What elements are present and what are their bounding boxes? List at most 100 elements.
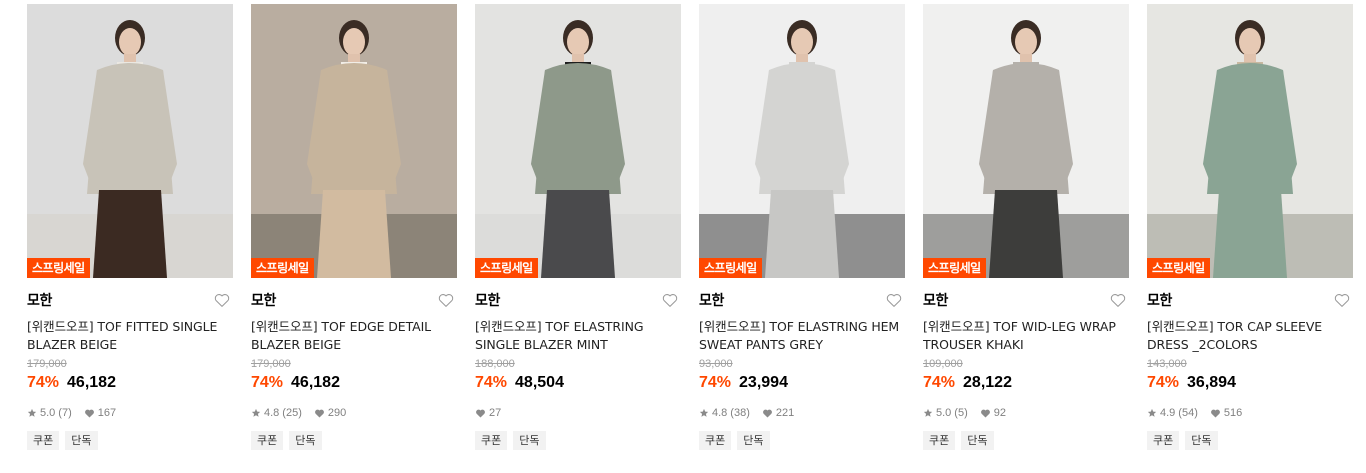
brand-name[interactable]: 모한	[1147, 290, 1172, 310]
product-meta: 5.0 (5) 92	[923, 406, 1129, 420]
product-image[interactable]: 스프링세일	[27, 4, 233, 278]
product-title[interactable]: [위캔드오프] TOF EDGE DETAIL BLAZER BEIGE	[251, 318, 457, 354]
brand-row: 모한	[1147, 290, 1353, 310]
product-title[interactable]: [위캔드오프] TOF ELASTRING SINGLE BLAZER MINT	[475, 318, 681, 354]
discount-rate: 74%	[475, 374, 508, 391]
review-count: (5)	[954, 407, 968, 419]
likes: 290	[314, 407, 346, 419]
discount-rate: 74%	[699, 374, 732, 391]
price-row: 74% 36,894	[1147, 374, 1353, 396]
like-count: 516	[1223, 407, 1243, 419]
sale-price: 48,504	[515, 374, 564, 391]
brand-row: 모한	[923, 290, 1129, 310]
heart-filled-icon	[84, 409, 94, 418]
product-card[interactable]: 스프링세일 모한 [위캔드오프] TOF ELASTRING HEM SWEAT…	[699, 4, 905, 450]
product-photo	[699, 4, 905, 278]
product-image[interactable]: 스프링세일	[1147, 4, 1353, 278]
brand-name[interactable]: 모한	[251, 290, 276, 310]
brand-name[interactable]: 모한	[699, 290, 724, 310]
heart-filled-icon	[980, 409, 990, 418]
brand-row: 모한	[475, 290, 681, 310]
product-image[interactable]: 스프링세일	[923, 4, 1129, 278]
product-title[interactable]: [위캔드오프] TOF WID-LEG WRAP TROUSER KHAKI	[923, 318, 1129, 354]
rating-value: 4.8	[712, 407, 728, 419]
sale-price: 36,894	[1187, 374, 1236, 391]
tag-label: 쿠폰	[475, 431, 508, 450]
original-price: 179,000	[27, 358, 67, 370]
brand-name[interactable]: 모한	[923, 290, 948, 310]
wishlist-button[interactable]	[1109, 291, 1127, 309]
sale-price: 23,994	[739, 374, 788, 391]
tag-label: 쿠폰	[27, 431, 60, 450]
product-photo	[475, 4, 681, 278]
tag-list: 쿠폰 단독	[251, 431, 457, 450]
tag-label: 단독	[289, 431, 322, 450]
heart-filled-icon	[476, 409, 485, 418]
product-card[interactable]: 스프링세일 모한 [위캔드오프] TOF EDGE DETAIL BLAZER …	[251, 4, 457, 450]
heart-outline-icon	[438, 294, 454, 307]
sale-badge: 스프링세일	[27, 258, 90, 278]
rating: 4.8 (38)	[699, 407, 750, 419]
rating: 5.0 (7)	[27, 407, 72, 419]
likes: 221	[762, 407, 794, 419]
tag-label: 단독	[65, 431, 98, 450]
product-title[interactable]: [위캔드오프] TOF FITTED SINGLE BLAZER BEIGE	[27, 318, 233, 354]
brand-row: 모한	[699, 290, 905, 310]
like-count: 221	[775, 407, 795, 419]
wishlist-button[interactable]	[1333, 291, 1351, 309]
wishlist-button[interactable]	[885, 291, 903, 309]
like-count: 290	[327, 407, 347, 419]
heart-filled-icon	[314, 409, 324, 418]
product-meta: 4.9 (54) 516	[1147, 406, 1353, 420]
price-row: 74% 28,122	[923, 374, 1129, 396]
rating: 5.0 (5)	[923, 407, 968, 419]
tag-list: 쿠폰 단독	[1147, 431, 1353, 450]
wishlist-button[interactable]	[437, 291, 455, 309]
tag-label: 단독	[961, 431, 994, 450]
product-title[interactable]: [위캔드오프] TOF ELASTRING HEM SWEAT PANTS GR…	[699, 318, 905, 354]
product-image[interactable]: 스프링세일	[699, 4, 905, 278]
tag-label: 쿠폰	[1147, 431, 1180, 450]
product-image[interactable]: 스프링세일	[475, 4, 681, 278]
star-icon	[27, 408, 37, 417]
heart-outline-icon	[1334, 294, 1350, 307]
product-meta: 4.8 (25) 290	[251, 406, 457, 420]
brand-name[interactable]: 모한	[475, 290, 500, 310]
product-meta: 4.8 (38) 221	[699, 406, 905, 420]
brand-row: 모한	[251, 290, 457, 310]
heart-outline-icon	[214, 294, 230, 307]
wishlist-button[interactable]	[661, 291, 679, 309]
like-count: 167	[97, 407, 117, 419]
price-row: 74% 48,504	[475, 374, 681, 396]
product-card[interactable]: 스프링세일 모한 [위캔드오프] TOF FITTED SINGLE BLAZE…	[27, 4, 233, 450]
rating: 4.9 (54)	[1147, 407, 1198, 419]
brand-row: 모한	[27, 290, 233, 310]
product-card[interactable]: 스프링세일 모한 [위캔드오프] TOF ELASTRING SINGLE BL…	[475, 4, 681, 450]
brand-name[interactable]: 모한	[27, 290, 52, 310]
heart-outline-icon	[662, 294, 678, 307]
heart-outline-icon	[1110, 294, 1126, 307]
product-card[interactable]: 스프링세일 모한 [위캔드오프] TOR CAP SLEEVE DRESS _2…	[1147, 4, 1353, 450]
tag-label: 쿠폰	[251, 431, 284, 450]
discount-rate: 74%	[1147, 374, 1180, 391]
heart-outline-icon	[886, 294, 902, 307]
like-count: 92	[993, 407, 1006, 419]
tag-list: 쿠폰 단독	[475, 431, 681, 450]
original-price: 143,000	[1147, 358, 1187, 370]
wishlist-button[interactable]	[213, 291, 231, 309]
product-image[interactable]: 스프링세일	[251, 4, 457, 278]
rating-value: 5.0	[936, 407, 952, 419]
rating-value: 5.0	[40, 407, 56, 419]
discount-rate: 74%	[923, 374, 956, 391]
review-count: (38)	[730, 407, 750, 419]
discount-rate: 74%	[251, 374, 284, 391]
review-count: (25)	[282, 407, 302, 419]
product-title[interactable]: [위캔드오프] TOR CAP SLEEVE DRESS _2COLORS	[1147, 318, 1353, 354]
product-card[interactable]: 스프링세일 모한 [위캔드오프] TOF WID-LEG WRAP TROUSE…	[923, 4, 1129, 450]
original-price: 93,000	[699, 358, 733, 370]
review-count: (54)	[1178, 407, 1198, 419]
likes: 27	[475, 407, 501, 419]
discount-rate: 74%	[27, 374, 60, 391]
like-count: 27	[489, 407, 502, 419]
sale-price: 46,182	[67, 374, 116, 391]
